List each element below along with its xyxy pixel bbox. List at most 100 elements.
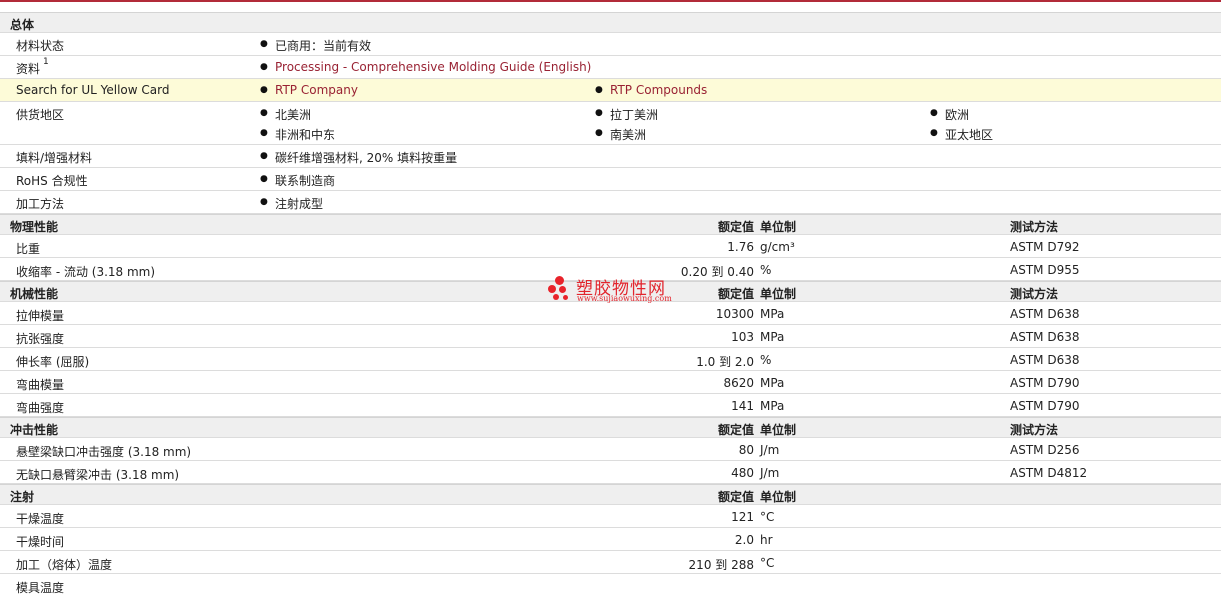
footnote-marker: 1: [43, 57, 49, 67]
property-value: 2.0: [734, 533, 754, 547]
region-item: 欧洲: [930, 106, 969, 123]
property-unit: MPa: [760, 330, 785, 344]
row-material-status: 材料状态 已商用：当前有效: [0, 33, 1221, 56]
property-value: 480: [731, 466, 754, 480]
row-label: 供货地区: [16, 108, 65, 122]
row-label: RoHS 合规性: [16, 174, 88, 188]
section-title: 总体: [10, 18, 35, 32]
table-row: 抗张强度 103 MPa ASTM D638: [0, 325, 1221, 348]
property-label: 加工（熔体）温度: [16, 558, 113, 572]
property-unit: hr: [760, 533, 773, 547]
property-value: 103: [731, 330, 754, 344]
property-value: 80: [738, 443, 754, 457]
watermark-logo: 塑胶物性网 www.sujiaowuxing.com: [548, 274, 678, 304]
property-unit: MPa: [760, 376, 785, 390]
test-method: ASTM D792: [1010, 240, 1080, 254]
region-item: 非洲和中东: [260, 126, 335, 143]
row-regions: 供货地区 北美洲 拉丁美洲 欧洲 非洲和中东 南美洲 亚太地区: [0, 102, 1221, 145]
region-item: 拉丁美洲: [595, 106, 658, 123]
row-label: 材料状态: [16, 39, 65, 53]
row-process-method: 加工方法 注射成型: [0, 191, 1221, 214]
property-label: 弯曲模量: [16, 378, 65, 392]
nominal-header: 额定值: [717, 490, 754, 504]
status-value: 已商用：当前有效: [260, 37, 371, 54]
method-header: 测试方法: [1010, 220, 1059, 234]
table-row: 模具温度: [0, 574, 1221, 595]
row-filler: 填料/增强材料 碳纤维增强材料, 20% 填料按重量: [0, 145, 1221, 168]
unit-header: 单位制: [760, 287, 797, 301]
row-documents: 资料1 Processing - Comprehensive Molding G…: [0, 56, 1221, 79]
property-unit: %: [760, 263, 772, 277]
region-item: 北美洲: [260, 106, 311, 123]
section-header-impact: 冲击性能 额定值 单位制 测试方法: [0, 417, 1221, 438]
table-row: 悬壁梁缺口冲击强度 (3.18 mm) 80 J/m ASTM D256: [0, 438, 1221, 461]
test-method: ASTM D790: [1010, 376, 1080, 390]
property-unit: MPa: [760, 399, 785, 413]
method-header: 测试方法: [1010, 287, 1059, 301]
property-label: 收缩率 - 流动 (3.18 mm): [16, 265, 156, 279]
section-title: 机械性能: [10, 287, 59, 301]
test-method: ASTM D790: [1010, 399, 1080, 413]
section-header-injection: 注射 额定值 单位制: [0, 484, 1221, 505]
row-label: Search for UL Yellow Card: [16, 83, 170, 97]
property-unit: J/m: [760, 466, 780, 480]
watermark-url: www.sujiaowuxing.com: [577, 294, 672, 303]
row-ul-yellow-card: Search for UL Yellow Card RTP Company RT…: [0, 79, 1221, 102]
unit-header: 单位制: [760, 220, 797, 234]
region-item: 亚太地区: [930, 126, 993, 143]
property-unit: °C: [760, 556, 775, 570]
section-title: 冲击性能: [10, 423, 59, 437]
property-label: 无缺口悬臂梁冲击 (3.18 mm): [16, 468, 180, 482]
property-unit: J/m: [760, 443, 780, 457]
property-value: 1.76: [727, 240, 754, 254]
nominal-header: 额定值: [717, 220, 754, 234]
nominal-header: 额定值: [717, 423, 754, 437]
property-label: 模具温度: [16, 581, 65, 595]
rtp-company-link[interactable]: RTP Company: [260, 83, 358, 97]
property-value: 0.20 到 0.40: [680, 265, 754, 279]
table-row: 弯曲强度 141 MPa ASTM D790: [0, 394, 1221, 417]
logo-dots-icon: [548, 276, 570, 302]
property-label: 弯曲强度: [16, 401, 65, 415]
property-label: 悬壁梁缺口冲击强度 (3.18 mm): [16, 445, 192, 459]
molding-guide-link[interactable]: Processing - Comprehensive Molding Guide…: [260, 60, 591, 74]
table-row: 加工（熔体）温度 210 到 288 °C: [0, 551, 1221, 574]
property-label: 干燥温度: [16, 512, 65, 526]
unit-header: 单位制: [760, 490, 797, 504]
rtp-compounds-link[interactable]: RTP Compounds: [595, 83, 707, 97]
unit-header: 单位制: [760, 423, 797, 437]
test-method: ASTM D4812: [1010, 466, 1088, 480]
property-label: 抗张强度: [16, 332, 65, 346]
rohs-value: 联系制造商: [260, 172, 335, 189]
table-row: 伸长率 (屈服) 1.0 到 2.0 % ASTM D638: [0, 348, 1221, 371]
nominal-header: 额定值: [717, 287, 754, 301]
property-unit: °C: [760, 510, 775, 524]
test-method: ASTM D638: [1010, 307, 1080, 321]
property-label: 干燥时间: [16, 535, 65, 549]
section-title: 物理性能: [10, 220, 59, 234]
property-unit: %: [760, 353, 772, 367]
property-value: 210 到 288: [688, 558, 754, 572]
region-item: 南美洲: [595, 126, 646, 143]
table-row: 拉伸模量 10300 MPa ASTM D638: [0, 302, 1221, 325]
process-value: 注射成型: [260, 195, 323, 212]
property-label: 比重: [16, 242, 41, 256]
table-row: 弯曲模量 8620 MPa ASTM D790: [0, 371, 1221, 394]
property-value: 10300: [715, 307, 754, 321]
filler-value: 碳纤维增强材料, 20% 填料按重量: [260, 149, 457, 166]
table-row: 比重 1.76 g/cm³ ASTM D792: [0, 235, 1221, 258]
property-value: 8620: [723, 376, 754, 390]
method-header: 测试方法: [1010, 423, 1059, 437]
test-method: ASTM D256: [1010, 443, 1080, 457]
row-label: 填料/增强材料: [16, 151, 93, 165]
test-method: ASTM D955: [1010, 263, 1080, 277]
property-value: 141: [731, 399, 754, 413]
section-title: 注射: [10, 490, 35, 504]
property-unit: g/cm³: [760, 240, 795, 254]
property-label: 拉伸模量: [16, 309, 65, 323]
test-method: ASTM D638: [1010, 330, 1080, 344]
property-unit: MPa: [760, 307, 785, 321]
test-method: ASTM D638: [1010, 353, 1080, 367]
table-row: 无缺口悬臂梁冲击 (3.18 mm) 480 J/m ASTM D4812: [0, 461, 1221, 484]
property-value: 1.0 到 2.0: [696, 355, 754, 369]
